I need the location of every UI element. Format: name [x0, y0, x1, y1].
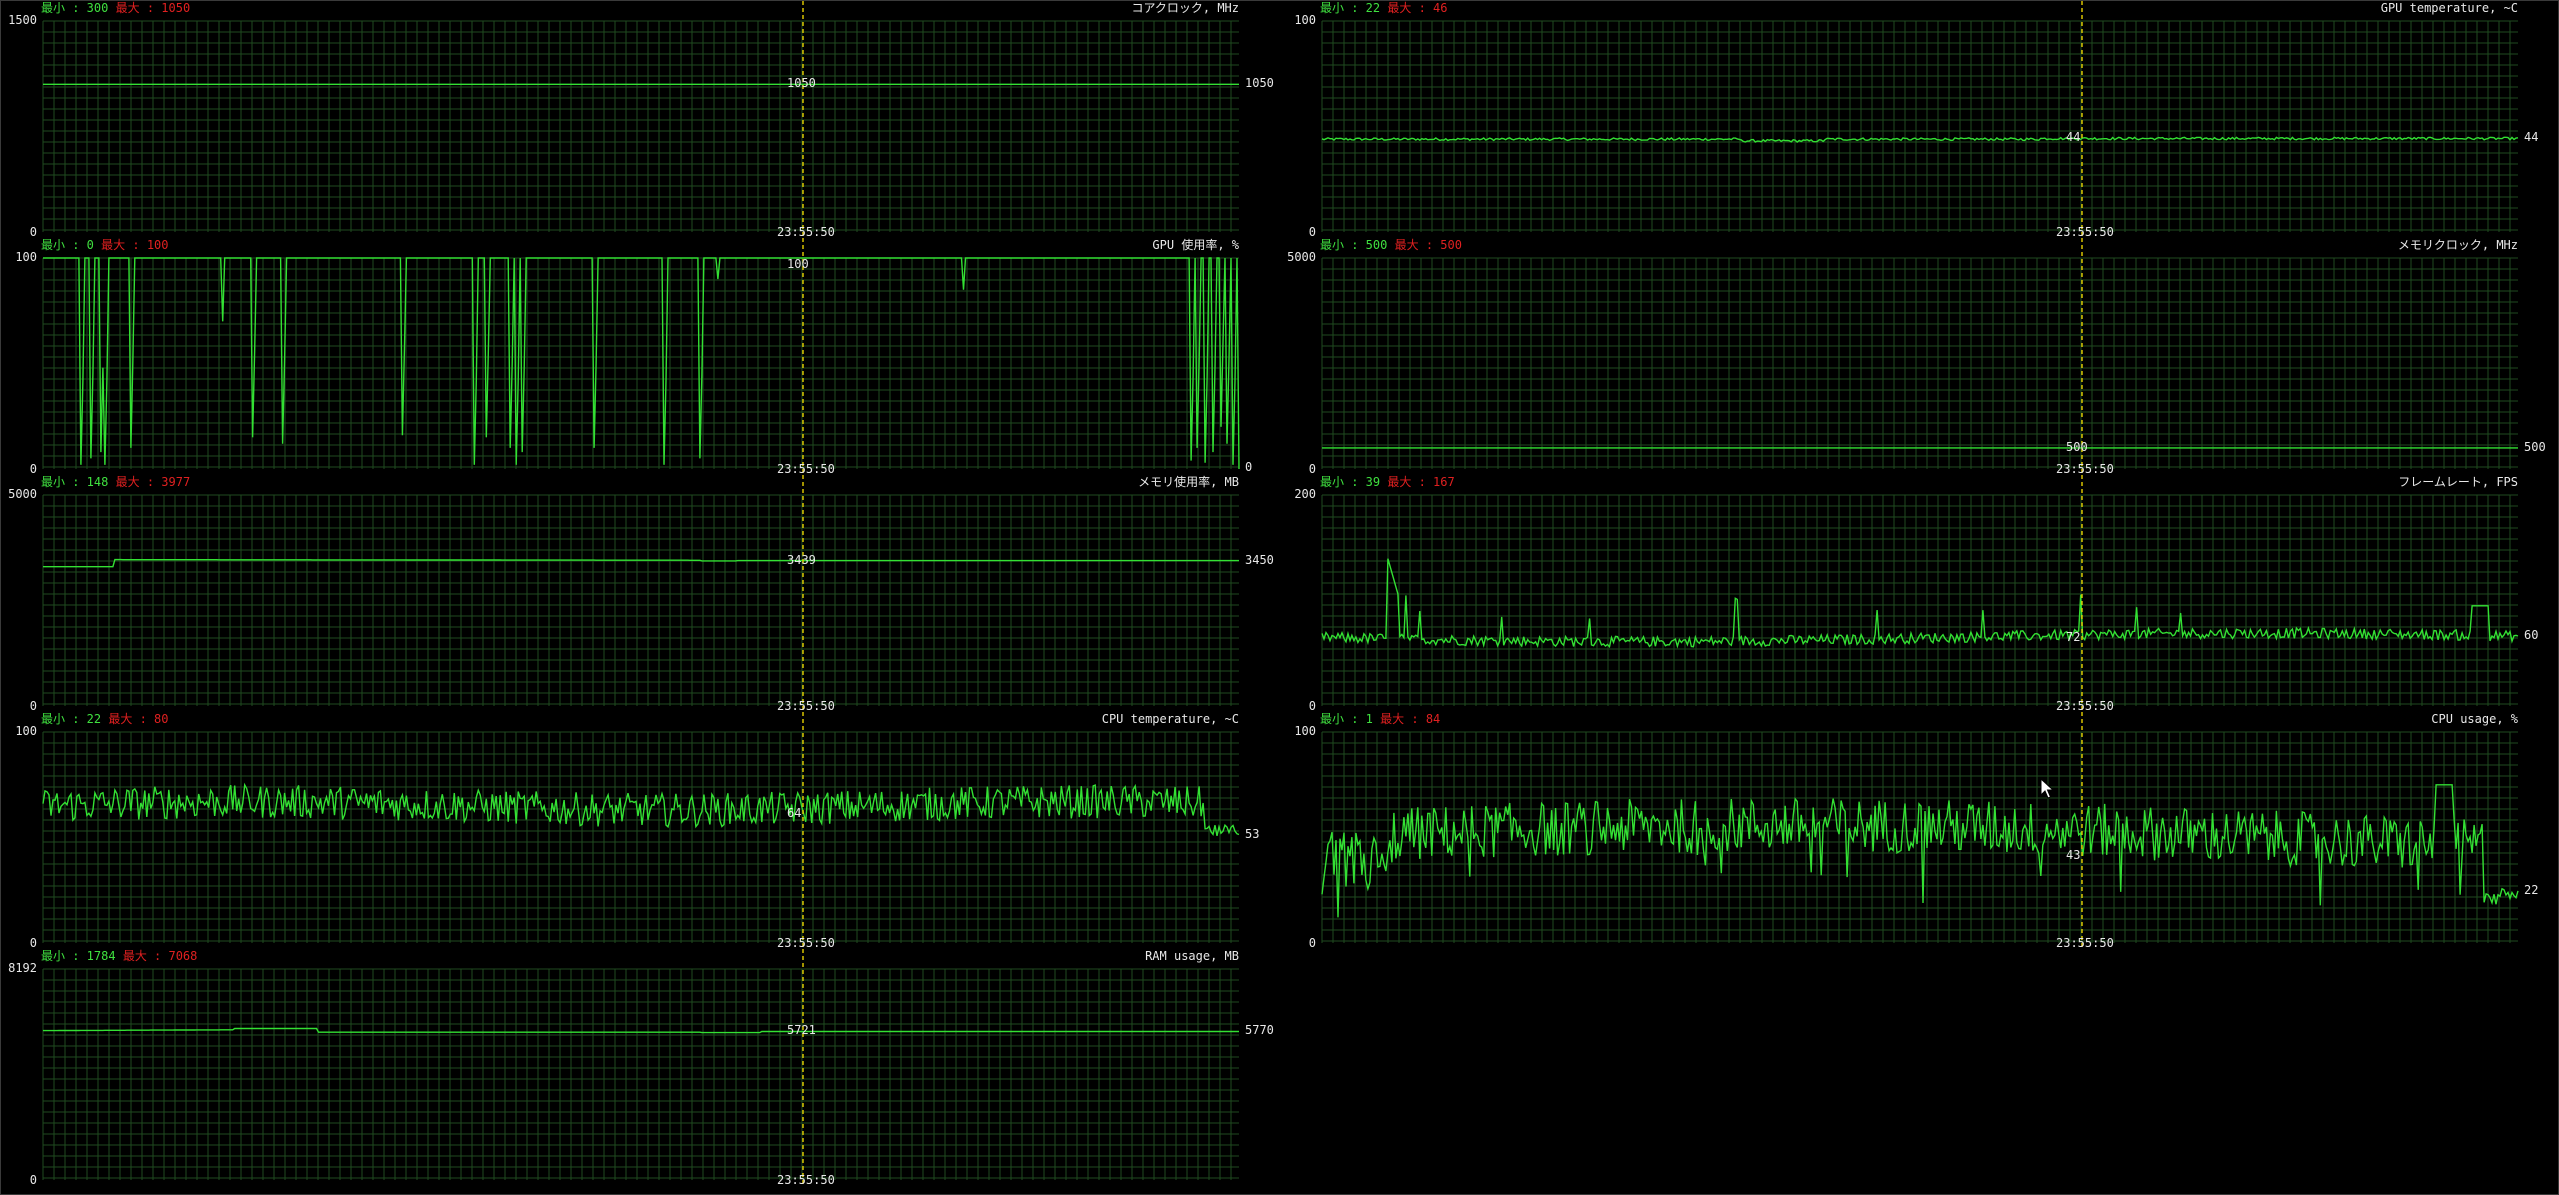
cursor-value-label: 500 — [2066, 439, 2088, 454]
min-value: 最小 : 22 — [1320, 1, 1381, 15]
hardware-monitor-window: 最小 : 300 最大 : 1050 コアクロック, MHz 1500 0 23:55:… — [0, 0, 2559, 1195]
series-line — [1321, 136, 2519, 144]
graph-title: メモリクロック, MHz — [2397, 238, 2518, 252]
y-axis-max-label: 1500 — [8, 13, 37, 27]
min-max-stats: 最小 : 300 最大 : 1050 — [41, 2, 190, 15]
max-value: 最大 : 7068 — [122, 949, 198, 963]
graph-framerate[interactable]: 最小 : 39 最大 : 167 フレームレート, FPS 200 0 23:55:50… — [1280, 475, 2558, 713]
cursor-value-label: 64 — [787, 805, 802, 820]
graph-title: CPU usage, % — [2431, 712, 2518, 726]
max-value: 最大 : 167 — [1387, 475, 1455, 489]
graph-title: CPU temperature, ~C — [1101, 712, 1239, 726]
graph-plot — [1321, 238, 2518, 475]
min-max-stats: 最小 : 500 最大 : 500 — [1320, 239, 1462, 252]
min-max-stats: 最小 : 22 最大 : 80 — [41, 713, 168, 726]
min-value: 最小 : 500 — [1320, 238, 1388, 252]
cursor-value-label: 5721 — [787, 1023, 816, 1038]
graph-title: フレームレート, FPS — [2398, 475, 2518, 489]
y-axis-max-label: 100 — [15, 724, 37, 738]
current-value-label: 44 — [2524, 129, 2539, 144]
min-max-stats: 最小 : 1 最大 : 84 — [1320, 713, 1440, 726]
y-axis-max-label: 5000 — [8, 487, 37, 501]
series-line — [42, 782, 1240, 837]
graph-title: メモリ使用率, MB — [1138, 475, 1239, 489]
y-axis-max-label: 200 — [1294, 487, 1316, 501]
y-axis-max-label: 5000 — [1287, 250, 1316, 264]
graph-cpu-usage[interactable]: 最小 : 1 最大 : 84 CPU usage, % 100 0 23:55:50 43… — [1280, 712, 2558, 950]
y-axis-min-label: 0 — [1308, 936, 1316, 950]
graph-cpu-temperature[interactable]: 最小 : 22 最大 : 80 CPU temperature, ~C 100 0 23… — [1, 712, 1279, 950]
max-value: 最大 : 1050 — [115, 1, 191, 15]
max-value: 最大 : 80 — [108, 712, 169, 726]
current-value-label: 3450 — [1245, 552, 1274, 567]
min-value: 最小 : 1 — [1320, 712, 1373, 726]
cursor-value-label: 100 — [787, 257, 809, 271]
y-axis-min-label: 0 — [29, 1173, 37, 1187]
graph-plot — [42, 238, 1240, 475]
time-label: 23:55:50 — [777, 1173, 835, 1187]
graph-plot — [42, 949, 1239, 1186]
graph-title: RAM usage, MB — [1145, 949, 1239, 963]
min-value: 最小 : 300 — [41, 1, 109, 15]
graph-memory-usage[interactable]: 最小 : 148 最大 : 3977 メモリ使用率, MB 5000 0 23:55:5… — [1, 475, 1279, 713]
current-value-label: 500 — [2524, 439, 2546, 454]
graph-title: GPU 使用率, % — [1152, 238, 1239, 252]
cursor-value-label: 44 — [2066, 130, 2081, 145]
graph-gpu-usage[interactable]: 最小 : 0 最大 : 100 GPU 使用率, % 100 0 23:55:50 100… — [1, 238, 1279, 476]
series-line — [43, 1027, 1239, 1034]
min-value: 最小 : 148 — [41, 475, 109, 489]
current-value-label: 60 — [2524, 627, 2539, 642]
graph-title: GPU temperature, ~C — [2380, 1, 2518, 15]
y-axis-max-label: 100 — [1294, 13, 1316, 27]
cursor-value-label: 72 — [2066, 629, 2081, 644]
graph-title: コアクロック, MHz — [1131, 1, 1239, 15]
graph-plot — [1321, 712, 2519, 949]
y-axis-max-label: 100 — [1294, 724, 1316, 738]
y-axis-max-label: 100 — [15, 250, 37, 264]
cursor-value-label: 43 — [2066, 847, 2081, 862]
graph-memory-clock[interactable]: 最小 : 500 最大 : 500 メモリクロック, MHz 5000 0 23:55:… — [1280, 238, 2558, 476]
current-value-label: 53 — [1245, 826, 1260, 841]
max-value: 最大 : 84 — [1380, 712, 1441, 726]
max-value: 最大 : 500 — [1394, 238, 1462, 252]
graph-gpu-temperature[interactable]: 最小 : 22 最大 : 46 GPU temperature, ~C 100 0 23… — [1280, 1, 2558, 239]
min-max-stats: 最小 : 148 最大 : 3977 — [41, 476, 190, 489]
graph-plot — [42, 712, 1240, 949]
cursor-value-label: 3439 — [787, 552, 816, 567]
current-value-label: 22 — [2524, 882, 2539, 897]
time-label: 23:55:50 — [2056, 936, 2114, 950]
graph-ram-usage[interactable]: 最小 : 1784 最大 : 7068 RAM usage, MB 8192 0 23:… — [1, 949, 1279, 1187]
min-max-stats: 最小 : 0 最大 : 100 — [41, 239, 169, 252]
cursor-value-label: 1050 — [787, 76, 816, 91]
graph-core-clock[interactable]: 最小 : 300 最大 : 1050 コアクロック, MHz 1500 0 23:55:… — [1, 1, 1279, 239]
min-value: 最小 : 0 — [41, 238, 94, 252]
max-value: 最大 : 100 — [101, 238, 169, 252]
graph-plot — [42, 475, 1239, 712]
graph-plot — [42, 1, 1239, 238]
y-axis-max-label: 8192 — [8, 961, 37, 975]
current-value-label: 1050 — [1245, 76, 1274, 91]
min-value: 最小 : 39 — [1320, 475, 1381, 489]
min-max-stats: 最小 : 39 最大 : 167 — [1320, 476, 1455, 489]
min-value: 最小 : 22 — [41, 712, 102, 726]
max-value: 最大 : 46 — [1387, 1, 1448, 15]
current-value-label: 0 — [1245, 460, 1253, 474]
min-max-stats: 最小 : 22 最大 : 46 — [1320, 2, 1447, 15]
max-value: 最大 : 3977 — [115, 475, 191, 489]
series-line — [43, 257, 1240, 470]
graph-plot — [1321, 475, 2519, 712]
min-max-stats: 最小 : 1784 最大 : 7068 — [41, 950, 197, 963]
min-value: 最小 : 1784 — [41, 949, 116, 963]
graph-plot — [1321, 1, 2519, 238]
current-value-label: 5770 — [1245, 1023, 1274, 1038]
